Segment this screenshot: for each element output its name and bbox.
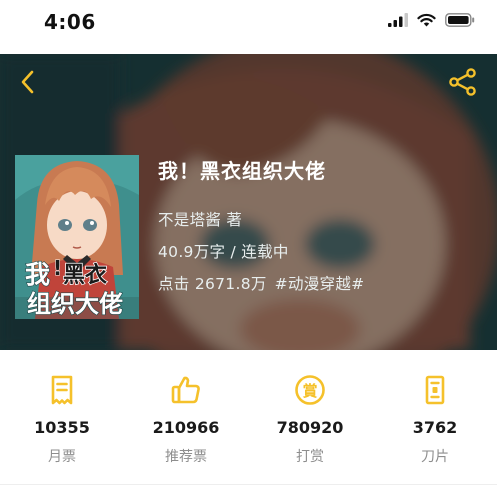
chevron-left-icon (21, 70, 34, 94)
svg-text:黑衣: 黑衣 (63, 262, 107, 288)
divider (0, 484, 497, 485)
stat-label: 月票 (48, 449, 76, 465)
stat-reward[interactable]: 賞 780920 打赏 (248, 350, 372, 474)
stat-label: 推荐票 (165, 449, 207, 465)
back-button[interactable] (14, 68, 42, 96)
stat-label: 打赏 (296, 449, 324, 465)
stat-recommend-ticket[interactable]: 210966 推荐票 (124, 350, 248, 474)
book-cover[interactable]: 我 ! 黑衣 组织大佬 (15, 155, 139, 319)
svg-text:我: 我 (25, 260, 50, 289)
book-stats: 10355 月票 210966 推荐票 賞 780920 打赏 3762 刀片 (0, 350, 497, 474)
stat-value: 10355 (34, 418, 90, 437)
reward-coin-icon: 賞 (295, 375, 325, 405)
svg-text:賞: 賞 (302, 382, 317, 400)
status-time: 4:06 (44, 10, 96, 34)
book-clicks: 点击 2671.8万 (158, 275, 267, 293)
book-tag[interactable]: #动漫穿越# (275, 275, 365, 293)
blade-icon (425, 375, 445, 405)
book-word-count-status: 40.9万字 / 连载中 (158, 243, 289, 261)
svg-text:组织大佬: 组织大佬 (27, 290, 123, 318)
thumbs-up-icon (171, 376, 200, 404)
book-hero: 我 ! 黑衣 组织大佬 我！黑衣组织大佬 不是塔酱 著 40.9万字 / 连载中… (0, 54, 497, 350)
stat-value: 210966 (152, 418, 220, 437)
status-icons (388, 13, 475, 27)
book-clicks-tag-line: 点击 2671.8万 #动漫穿越# (158, 272, 364, 294)
share-icon (449, 68, 476, 96)
stat-monthly-ticket[interactable]: 10355 月票 (0, 350, 124, 474)
status-bar: 4:06 (0, 0, 497, 54)
share-button[interactable] (447, 66, 479, 98)
book-info: 我！黑衣组织大佬 不是塔酱 著 40.9万字 / 连载中 点击 2671.8万 #… (158, 155, 364, 294)
ticket-icon (51, 375, 73, 405)
book-author[interactable]: 不是塔酱 著 (158, 208, 364, 230)
cover-illustration: 我 ! 黑衣 组织大佬 (15, 155, 139, 319)
stat-blade[interactable]: 3762 刀片 (373, 350, 497, 474)
stat-label: 刀片 (421, 449, 449, 465)
stat-value: 3762 (412, 418, 458, 437)
battery-icon (445, 13, 475, 27)
book-title: 我！黑衣组织大佬 (158, 159, 326, 183)
svg-text:!: ! (53, 256, 62, 280)
wifi-icon (417, 13, 436, 27)
stat-value: 780920 (276, 418, 344, 437)
signal-icon (388, 13, 408, 27)
